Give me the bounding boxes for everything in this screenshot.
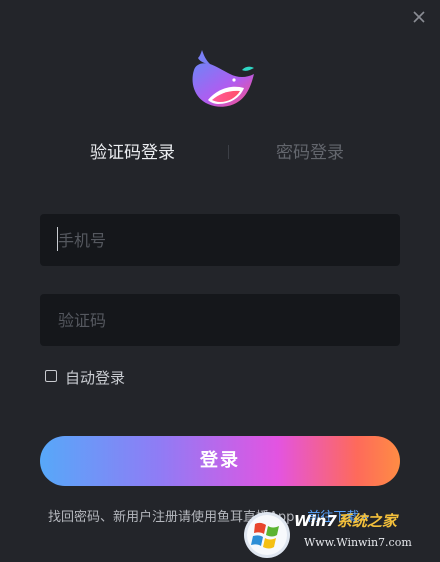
watermark-title-cn: 系统之家 (336, 512, 397, 530)
close-icon (413, 11, 425, 23)
phone-input[interactable] (40, 214, 400, 266)
app-logo (186, 48, 256, 112)
windows-logo-icon (244, 512, 290, 558)
tab-sms-login[interactable]: 验证码登录 (90, 138, 175, 168)
watermark: Win7系统之家 Www.Winwin7.com (240, 506, 440, 562)
watermark-url: Www.Winwin7.com (304, 536, 412, 549)
text-cursor (57, 227, 58, 251)
login-tabs: 验证码登录 密码登录 (0, 138, 440, 168)
tab-password-login[interactable]: 密码登录 (276, 138, 344, 168)
login-button[interactable]: 登录 (40, 436, 400, 486)
phone-field-container (40, 214, 400, 266)
auto-login-label: 自动登录 (65, 369, 126, 387)
code-field-container (40, 294, 400, 346)
tab-divider (228, 145, 229, 159)
close-button[interactable] (408, 6, 430, 28)
watermark-title: Win7系统之家 (294, 510, 397, 531)
verification-code-input[interactable] (40, 294, 400, 346)
watermark-title-win7: Win7 (294, 512, 337, 530)
auto-login-checkbox[interactable] (45, 370, 57, 382)
whale-logo-icon (192, 50, 254, 107)
